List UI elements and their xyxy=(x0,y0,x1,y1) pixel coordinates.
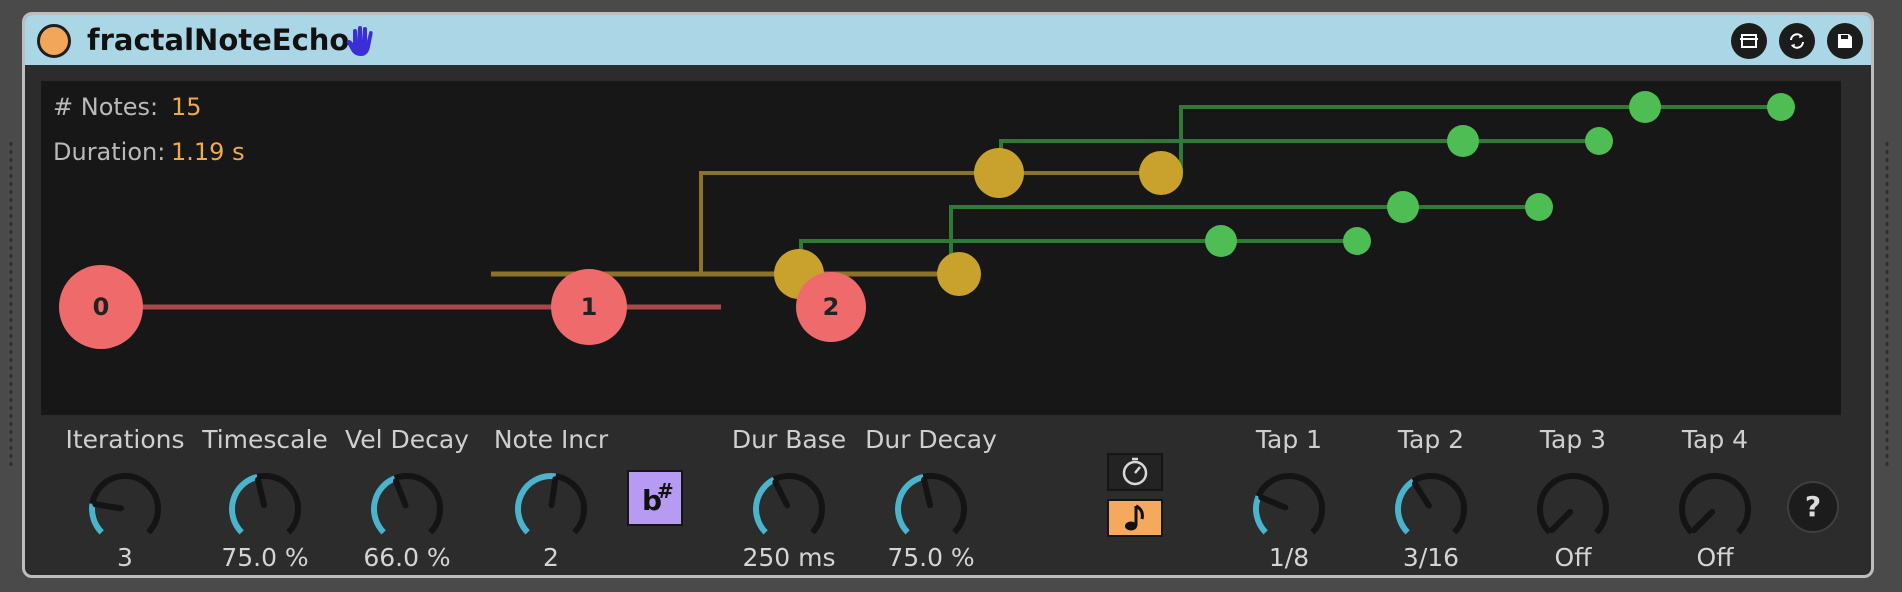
control-label: Dur Base xyxy=(731,425,847,454)
svg-text:#: # xyxy=(657,479,674,503)
control-label: Dur Decay xyxy=(865,425,997,454)
control-label: Tap 2 xyxy=(1397,425,1465,454)
note-sync-button[interactable] xyxy=(1107,499,1163,537)
knob[interactable] xyxy=(1675,469,1755,549)
echo-node xyxy=(1585,127,1613,155)
control-2: Vel Decay 66.0 % xyxy=(337,425,477,575)
control-0: Iterations 3 xyxy=(55,425,195,575)
knob-pointer xyxy=(1258,494,1289,511)
device-title: fractalNoteEcho xyxy=(87,23,350,57)
knob[interactable] xyxy=(1249,469,1329,549)
control-6: Tap 1 1/8 xyxy=(1219,425,1359,575)
echo-node xyxy=(1629,91,1661,123)
knob-value-arc xyxy=(1395,478,1416,535)
control-value: 75.0 % xyxy=(887,543,975,572)
control-value: Off xyxy=(1554,543,1592,572)
knob-track xyxy=(1537,473,1609,535)
echo-node xyxy=(1447,125,1479,157)
echo-node xyxy=(1139,151,1183,195)
control-value: 3/16 xyxy=(1402,543,1460,572)
level1-branch xyxy=(699,171,1161,274)
refresh-button[interactable] xyxy=(1779,23,1815,59)
echo-tree: 0 1 2 xyxy=(59,91,1795,349)
control-value: 1/8 xyxy=(1268,543,1310,572)
knob-pointer xyxy=(920,476,934,509)
level2-branch-c xyxy=(999,139,1601,173)
control-1: Timescale 75.0 % xyxy=(195,425,335,575)
knob-pointer xyxy=(548,476,559,509)
echo-node xyxy=(1525,193,1553,221)
echo-visualization: # Notes: 15 Duration: 1.19 s 0 1 2 xyxy=(41,81,1841,415)
knob-pointer xyxy=(92,501,125,512)
control-label: Vel Decay xyxy=(345,425,469,454)
device-panel: fractalNoteEcho # Notes: 15 Duration: 1.… xyxy=(22,12,1874,578)
knob[interactable] xyxy=(1533,469,1613,549)
hand-icon[interactable] xyxy=(343,23,379,59)
control-label: Iterations xyxy=(65,425,185,454)
echo-node xyxy=(1767,93,1795,121)
control-8: Tap 3 Off xyxy=(1503,425,1643,575)
knob[interactable] xyxy=(749,469,829,549)
control-label: Note Incr xyxy=(493,425,609,454)
control-label: Timescale xyxy=(202,425,328,454)
echo-node xyxy=(1387,191,1419,223)
left-grip[interactable] xyxy=(8,140,14,470)
control-label: Tap 3 xyxy=(1539,425,1607,454)
root-node-label: 1 xyxy=(581,293,598,321)
control-value: 3 xyxy=(117,543,133,572)
knob[interactable] xyxy=(225,469,305,549)
echo-node xyxy=(974,148,1024,198)
right-grip[interactable] xyxy=(1884,140,1890,470)
power-button[interactable] xyxy=(37,24,71,58)
knob-pointer xyxy=(1690,508,1716,534)
knob-pointer xyxy=(772,479,791,509)
control-3: Note Incr 2 xyxy=(481,425,621,575)
map-button[interactable] xyxy=(1731,23,1767,59)
echo-node xyxy=(1343,227,1371,255)
knob-value-arc xyxy=(89,503,104,535)
knob-pointer xyxy=(1411,480,1432,509)
control-5: Dur Decay 75.0 % xyxy=(861,425,1001,575)
save-icon xyxy=(1838,34,1852,48)
root-node-label: 0 xyxy=(93,293,110,321)
control-value: 66.0 % xyxy=(363,543,451,572)
knob-value-arc xyxy=(371,475,397,535)
flat-sharp-icon: b # xyxy=(642,479,674,517)
control-9: Tap 4 Off xyxy=(1645,425,1785,575)
echo-node xyxy=(937,252,981,296)
control-value: Off xyxy=(1696,543,1734,572)
time-sync-button[interactable] xyxy=(1107,453,1163,491)
save-button[interactable] xyxy=(1827,23,1863,59)
accidental-button[interactable]: b # xyxy=(627,470,683,526)
control-value: 2 xyxy=(543,543,559,572)
title-bar: fractalNoteEcho xyxy=(25,15,1871,65)
knob-track xyxy=(1679,473,1751,535)
knob-value-arc xyxy=(753,476,776,535)
knob-pointer xyxy=(1548,508,1574,534)
control-value: 250 ms xyxy=(742,543,836,572)
knob[interactable] xyxy=(367,469,447,549)
control-4: Dur Base 250 ms xyxy=(719,425,859,575)
control-label: Tap 1 xyxy=(1255,425,1323,454)
control-7: Tap 2 3/16 xyxy=(1361,425,1501,575)
help-button[interactable]: ? xyxy=(1787,481,1839,533)
knob[interactable] xyxy=(1391,469,1471,549)
map-icon xyxy=(1740,34,1758,48)
stopwatch-icon xyxy=(1122,457,1148,486)
knob-track xyxy=(1253,473,1325,535)
knob-pointer xyxy=(254,476,268,509)
knob-pointer xyxy=(392,478,409,509)
knob[interactable] xyxy=(85,469,165,549)
root-node-label: 2 xyxy=(823,293,840,321)
knob[interactable] xyxy=(891,469,971,549)
control-label: Tap 4 xyxy=(1681,425,1749,454)
eighth-note-icon xyxy=(1125,504,1144,531)
knob[interactable] xyxy=(511,469,591,549)
knob-value-arc xyxy=(895,473,925,535)
refresh-icon xyxy=(1790,33,1804,49)
level2-branch-b xyxy=(799,239,1361,274)
control-value: 75.0 % xyxy=(221,543,309,572)
echo-node xyxy=(1205,225,1237,257)
knob-value-arc xyxy=(229,473,259,535)
